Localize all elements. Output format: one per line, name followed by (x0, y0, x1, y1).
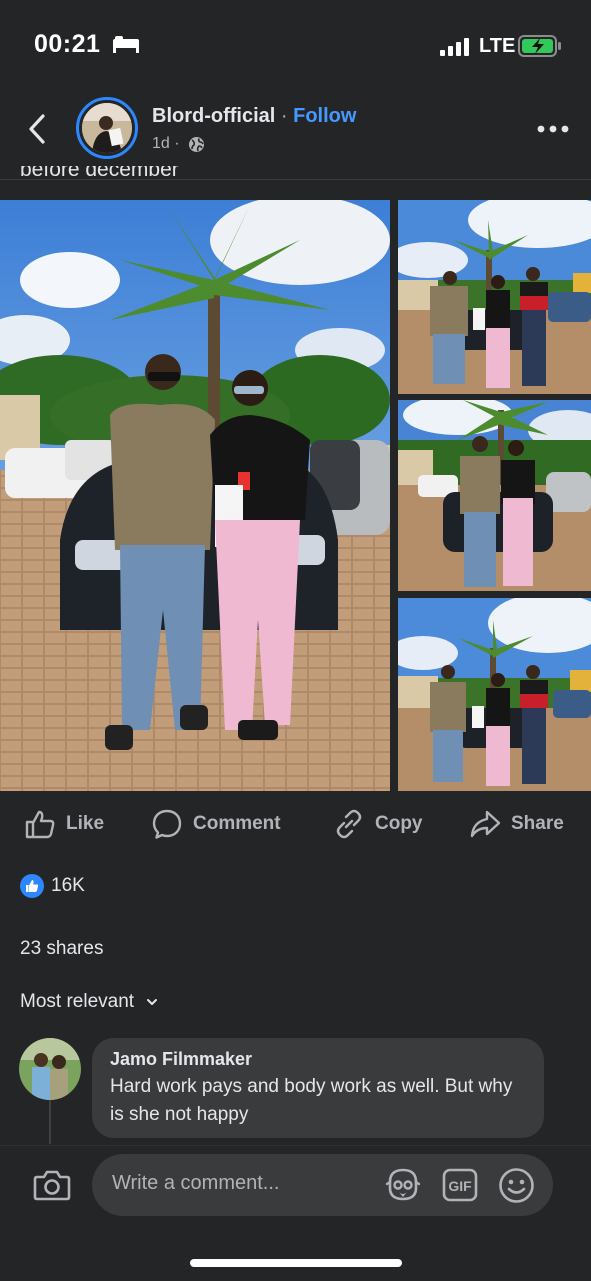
reaction-count[interactable]: 16K (51, 875, 85, 897)
like-reaction-icon[interactable] (20, 874, 44, 898)
thread-line (49, 1100, 51, 1144)
commenter-avatar[interactable] (19, 1038, 81, 1100)
copy-link-button[interactable]: Copy (333, 806, 423, 842)
globe-icon (189, 137, 204, 152)
follow-button[interactable]: Follow (293, 105, 356, 127)
share-label: Share (511, 813, 564, 834)
cellular-signal-icon (440, 38, 469, 56)
home-indicator[interactable] (190, 1259, 402, 1267)
comment-author[interactable]: Jamo Filmmaker (110, 1049, 526, 1070)
avatar-sticker-icon[interactable] (384, 1166, 422, 1204)
like-label: Like (66, 813, 105, 834)
camera-icon[interactable] (33, 1168, 71, 1202)
chevron-down-icon (147, 999, 158, 1005)
poster-avatar[interactable] (76, 97, 138, 159)
battery-charging-icon (518, 35, 561, 57)
like-button[interactable]: Like (24, 806, 104, 842)
thumb-photo-1[interactable] (398, 200, 591, 394)
comment-text: Hard work pays and body work as well. Bu… (110, 1076, 513, 1125)
thumb-photo-3[interactable] (398, 598, 591, 791)
thumb-photo-2[interactable] (398, 400, 591, 591)
comment-label: Comment (193, 813, 281, 834)
name-separator: · (275, 105, 294, 127)
gif-label: GIF (448, 1178, 472, 1194)
link-icon (336, 809, 362, 839)
poster-line: Blord-official · Follow (152, 105, 356, 128)
more-options-icon[interactable] (537, 124, 569, 134)
share-button[interactable]: Share (469, 806, 564, 842)
emoji-icon[interactable] (498, 1167, 535, 1204)
back-icon[interactable] (24, 112, 50, 146)
header-divider (0, 179, 591, 180)
status-time: 00:21 (34, 30, 101, 58)
comment-input-placeholder: Write a comment... (112, 1172, 280, 1194)
comment-button[interactable]: Comment (151, 806, 281, 842)
thumbs-up-icon (25, 810, 55, 839)
speech-bubble-icon (152, 809, 182, 839)
caption-truncated: before december (20, 166, 179, 181)
comment-sort-dropdown[interactable]: Most relevant (20, 991, 158, 1013)
comment-bubble[interactable]: Jamo Filmmaker Hard work pays and body w… (92, 1038, 544, 1138)
sort-label: Most relevant (20, 991, 135, 1012)
network-type: LTE (479, 35, 516, 57)
post-age: 1d · (152, 135, 180, 152)
main-photo[interactable] (0, 200, 390, 791)
poster-name[interactable]: Blord-official (152, 105, 275, 127)
copy-label: Copy (375, 813, 423, 834)
sleep-focus-icon (113, 36, 139, 53)
share-count[interactable]: 23 shares (20, 938, 103, 960)
share-arrow-icon (470, 810, 501, 838)
gif-icon[interactable]: GIF (442, 1168, 478, 1202)
